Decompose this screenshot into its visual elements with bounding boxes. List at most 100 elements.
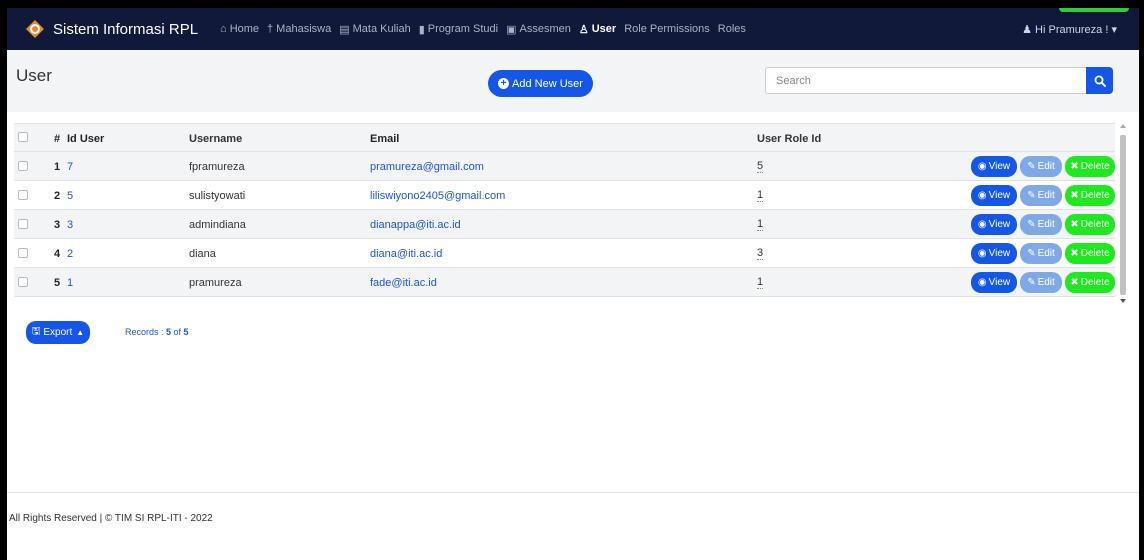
edit-label: Edit [1037, 161, 1055, 172]
records-total: 5 [183, 327, 189, 337]
nav-item-assesmen[interactable]: ▣ Assesmen [506, 23, 571, 36]
nav-item-user[interactable]: ♙ User [579, 23, 616, 36]
close-icon: ✖ [1070, 219, 1079, 230]
caret-up-icon: ▲ [76, 328, 85, 337]
row-role-cell: 1 [757, 210, 764, 239]
table-row: 5 1 pramureza fade@iti.ac.id 1 ◉ View ✎ Edit ✖ Del… [14, 268, 1115, 297]
top-navbar: Sistem Informasi RPL ⌂ Home † Mahasiswa ▤ Mat… [7, 8, 1139, 50]
brand[interactable]: Sistem Informasi RPL [25, 19, 198, 39]
view-button[interactable]: ◉ View [971, 156, 1017, 177]
row-checkbox[interactable] [18, 277, 28, 287]
edit-icon: ✎ [1027, 161, 1036, 172]
table-header: # Id User Username Email User Role Id [14, 123, 1115, 152]
user-menu[interactable]: ♟ Hi Pramureza ! ▾ [1022, 23, 1117, 36]
edit-button[interactable]: ✎ Edit [1020, 156, 1062, 177]
edit-label: Edit [1037, 248, 1055, 259]
eye-icon: ◉ [977, 190, 987, 201]
row-email[interactable]: fade@iti.ac.id [370, 268, 437, 297]
table-row: 1 7 fpramureza pramureza@gmail.com 5 ◉ View ✎ Ed… [14, 152, 1115, 181]
view-button[interactable]: ◉ View [971, 243, 1017, 264]
add-user-label: Add New User [512, 77, 583, 90]
view-label: View [988, 248, 1011, 259]
view-button[interactable]: ◉ View [971, 185, 1017, 206]
row-user-role-id: 5 [757, 160, 764, 173]
header-id-user[interactable]: Id User [67, 124, 104, 153]
select-all-checkbox[interactable] [18, 132, 28, 142]
eye-icon: ◉ [977, 248, 987, 259]
row-checkbox[interactable] [18, 190, 28, 200]
nav-label: Roles [717, 23, 746, 35]
nav-item-mata-kuliah[interactable]: ▤ Mata Kuliah [339, 23, 411, 36]
row-number: 1 [54, 160, 61, 173]
eye-icon: ◉ [977, 219, 987, 230]
delete-button[interactable]: ✖ Delete [1065, 156, 1115, 177]
delete-label: Delete [1080, 190, 1110, 201]
row-checkbox[interactable] [18, 248, 28, 258]
person-icon: † [267, 23, 274, 35]
row-number: 2 [54, 189, 61, 202]
table-scrollbar[interactable] [1119, 123, 1127, 307]
row-checkbox[interactable] [18, 161, 28, 171]
row-email[interactable]: dianappa@iti.ac.id [370, 210, 461, 239]
delete-label: Delete [1080, 161, 1110, 172]
row-id-user[interactable]: 3 [67, 210, 73, 239]
export-button[interactable]: 🖫 Export ▲ [26, 321, 90, 344]
view-button[interactable]: ◉ View [971, 214, 1017, 235]
delete-button[interactable]: ✖ Delete [1065, 243, 1115, 264]
close-icon: ✖ [1070, 248, 1079, 259]
header-user-role-id[interactable]: User Role Id [757, 124, 821, 153]
search-button[interactable] [1086, 67, 1113, 94]
row-username: fpramureza [189, 160, 245, 173]
records-count: Records : 5 of 5 [125, 327, 189, 337]
nav-label: Mahasiswa [276, 23, 332, 35]
edit-button[interactable]: ✎ Edit [1020, 185, 1062, 206]
header-username[interactable]: Username [189, 124, 242, 153]
edit-label: Edit [1037, 190, 1055, 201]
records-prefix: Records : [125, 327, 167, 337]
nav-label: Mata Kuliah [352, 23, 411, 35]
plus-icon: + [498, 78, 510, 89]
delete-button[interactable]: ✖ Delete [1065, 272, 1115, 293]
delete-button[interactable]: ✖ Delete [1065, 185, 1115, 206]
user-icon: ♙ [578, 23, 589, 36]
row-role-cell: 1 [757, 181, 764, 210]
row-email[interactable]: diana@iti.ac.id [370, 239, 442, 268]
edit-icon: ✎ [1027, 190, 1036, 201]
scroll-down-arrow[interactable] [1120, 299, 1126, 303]
row-number: 5 [54, 276, 61, 289]
nav-item-role-permissions[interactable]: Role Permissions [624, 23, 710, 35]
view-button[interactable]: ◉ View [971, 272, 1017, 293]
nav-item-home[interactable]: ⌂ Home [220, 23, 259, 35]
view-label: View [988, 219, 1011, 230]
scroll-thumb[interactable] [1120, 135, 1126, 295]
nav-item-program-studi[interactable]: ▮ Program Studi [419, 23, 498, 36]
nav-item-mahasiswa[interactable]: † Mahasiswa [267, 23, 331, 35]
brand-name: Sistem Informasi RPL [53, 20, 199, 38]
row-role-cell: 1 [757, 268, 764, 297]
header-email[interactable]: Email [370, 124, 399, 153]
row-email[interactable]: pramureza@gmail.com [370, 152, 484, 181]
edit-button[interactable]: ✎ Edit [1020, 272, 1062, 293]
row-id-user[interactable]: 2 [67, 239, 73, 268]
add-user-button[interactable]: + Add New User [488, 70, 593, 97]
nav-label: Home [229, 23, 260, 35]
edit-button[interactable]: ✎ Edit [1020, 214, 1062, 235]
status-strip [1059, 8, 1129, 12]
delete-button[interactable]: ✖ Delete [1065, 214, 1115, 235]
nav-item-roles[interactable]: Roles [718, 23, 746, 35]
row-checkbox[interactable] [18, 219, 28, 229]
row-id-user[interactable]: 1 [67, 268, 73, 297]
row-actions: ◉ View ✎ Edit ✖ Delete [971, 156, 1115, 177]
nav-label: Assesmen [519, 23, 571, 35]
row-email[interactable]: liliswiyono2405@gmail.com [370, 181, 505, 210]
row-id-user[interactable]: 5 [67, 181, 73, 210]
main-nav: ⌂ Home † Mahasiswa ▤ Mata Kuliah ▮ Program Stud… [220, 23, 754, 36]
search-input[interactable] [765, 67, 1087, 94]
edit-button[interactable]: ✎ Edit [1020, 243, 1062, 264]
row-id-user[interactable]: 7 [67, 152, 73, 181]
page-title: User [16, 66, 52, 85]
row-number: 3 [54, 218, 61, 231]
scroll-up-arrow[interactable] [1120, 124, 1126, 128]
close-icon: ✖ [1070, 190, 1079, 201]
row-username: admindiana [189, 218, 246, 231]
